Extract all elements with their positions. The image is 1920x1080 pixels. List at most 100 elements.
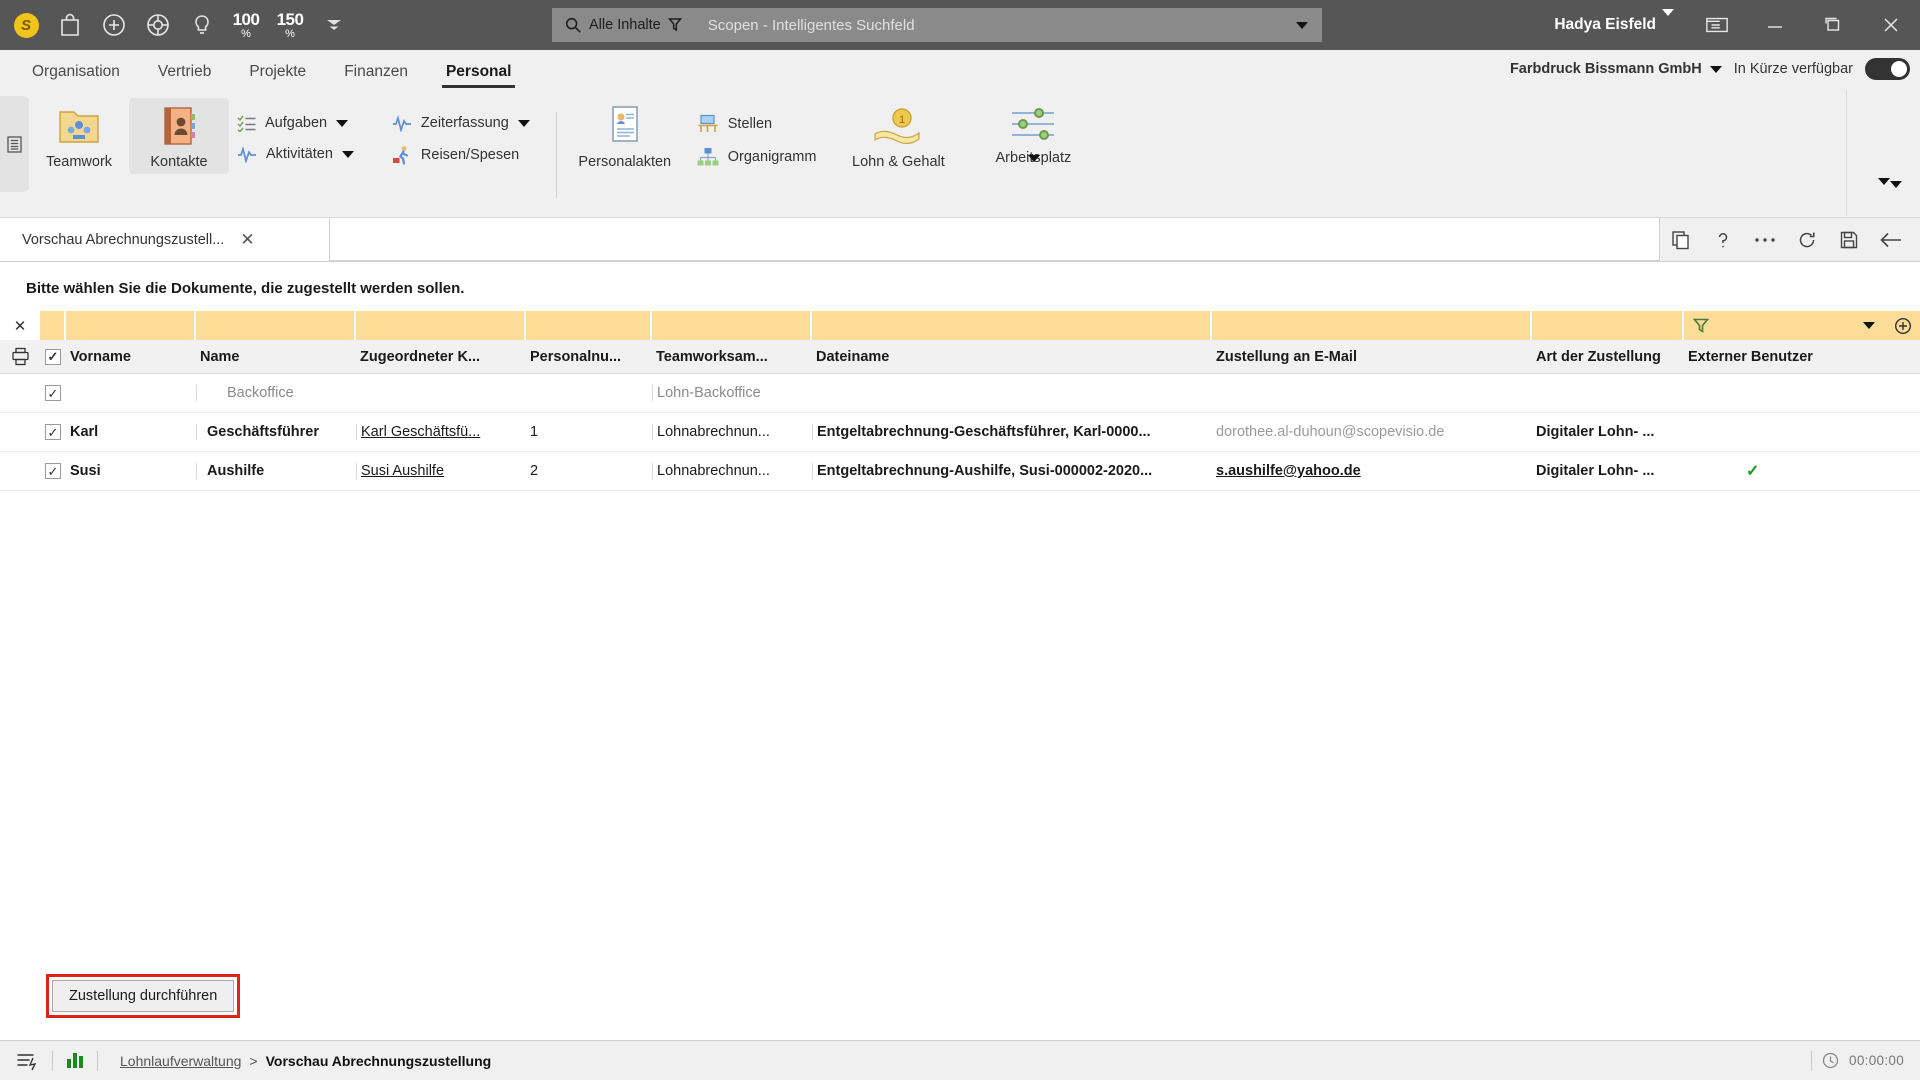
document-tab-vorschau-abrechnungszustellung[interactable]: Vorschau Abrechnungszustell... ✕ bbox=[0, 218, 330, 261]
ribbon-button-reisen-spesen[interactable]: Reisen/Spesen bbox=[384, 143, 538, 167]
notification-icon[interactable] bbox=[1688, 0, 1746, 50]
availability-toggle[interactable] bbox=[1865, 58, 1910, 80]
filter-dropdown-chevron-down-icon[interactable] bbox=[1852, 322, 1886, 329]
lifebuoy-icon[interactable] bbox=[136, 3, 180, 47]
user-account-label[interactable]: Hadya Eisfeld bbox=[1554, 16, 1662, 34]
ribbon-tab-vertrieb[interactable]: Vertrieb bbox=[140, 57, 229, 90]
aufgaben-chevron-down-icon[interactable] bbox=[336, 119, 349, 127]
column-header-vorname[interactable]: Vorname bbox=[66, 349, 196, 365]
zoom-100-button[interactable]: 100 % bbox=[224, 3, 268, 47]
select-all-checkbox[interactable]: ✓ bbox=[40, 348, 66, 365]
zoom-150-button[interactable]: 150 % bbox=[268, 3, 312, 47]
ribbon-group-1: Teamwork Kontakte Aufgaben Aktivitäten Z… bbox=[29, 90, 1098, 208]
row-checkbox[interactable]: ✓ bbox=[40, 463, 66, 479]
maximize-icon[interactable] bbox=[1804, 0, 1862, 50]
payroll-hand-coin-icon: 1 bbox=[874, 108, 921, 144]
filter-cell-personalnr[interactable] bbox=[526, 311, 652, 340]
ribbon-button-arbeitsplatz[interactable]: Arbeitsplatz bbox=[968, 98, 1098, 166]
workflow-icon[interactable] bbox=[16, 1051, 38, 1071]
ribbon-tab-finanzen[interactable]: Finanzen bbox=[326, 57, 426, 90]
table-row[interactable]: ✓ Susi Aushilfe Susi Aushilfe 2 Lohnabre… bbox=[0, 452, 1920, 491]
ribbon-button-zeiterfassung[interactable]: Zeiterfassung bbox=[384, 112, 538, 134]
scopevisio-logo-icon[interactable]: S bbox=[4, 3, 48, 47]
ribbon-side-panel-toggle[interactable] bbox=[0, 96, 29, 192]
column-header-externer-benutzer[interactable]: Externer Benutzer bbox=[1684, 349, 1814, 365]
funnel-icon[interactable] bbox=[1684, 317, 1718, 334]
ribbon-button-aufgaben[interactable]: Aufgaben bbox=[229, 112, 362, 134]
save-icon[interactable] bbox=[1828, 219, 1870, 261]
breadcrumb-link-lohnlaufverwaltung[interactable]: Lohnlaufverwaltung bbox=[120, 1053, 241, 1069]
copy-icon[interactable] bbox=[1660, 219, 1702, 261]
global-search-bar[interactable]: Alle Inhalte bbox=[552, 8, 1322, 42]
help-icon[interactable] bbox=[1702, 219, 1744, 261]
ribbon-button-personalakten[interactable]: Personalakten bbox=[575, 98, 675, 170]
filter-cell-dateiname[interactable] bbox=[812, 311, 1212, 340]
job-desk-icon bbox=[698, 114, 718, 132]
arbeitsplatz-chevron-down-icon[interactable] bbox=[1028, 155, 1041, 162]
filter-row-tools bbox=[1684, 311, 1920, 340]
ribbon-button-stellen[interactable]: Stellen bbox=[689, 112, 825, 136]
more-options-icon[interactable] bbox=[1744, 219, 1786, 261]
aktivitaeten-chevron-down-icon[interactable] bbox=[341, 150, 354, 158]
zeiterfassung-chevron-down-icon[interactable] bbox=[517, 119, 530, 127]
row-checkbox[interactable]: ✓ bbox=[40, 424, 66, 440]
column-header-teamworksammlung[interactable]: Teamworksam... bbox=[652, 349, 812, 365]
zugeordneter-kontakt-link[interactable]: Karl Geschäftsfü... bbox=[361, 424, 480, 440]
zugeordneter-kontakt-link[interactable]: Susi Aushilfe bbox=[361, 463, 444, 479]
clear-filter-icon[interactable]: ✕ bbox=[0, 311, 40, 340]
column-header-dateiname[interactable]: Dateiname bbox=[812, 349, 1212, 365]
add-column-icon[interactable] bbox=[1886, 317, 1920, 335]
email-link[interactable]: s.aushilfe@yahoo.de bbox=[1216, 463, 1361, 479]
plus-circle-icon[interactable] bbox=[92, 3, 136, 47]
titlebar-overflow-chevron-down-icon[interactable] bbox=[312, 3, 356, 47]
company-chevron-down-icon[interactable] bbox=[1709, 65, 1722, 73]
filter-cell-art[interactable] bbox=[1532, 311, 1684, 340]
chart-bars-icon[interactable] bbox=[67, 1053, 83, 1068]
row-checkbox[interactable]: ✓ bbox=[40, 385, 66, 401]
ribbon-expand-chevron-down-icon[interactable] bbox=[1877, 178, 1890, 185]
shopping-bag-icon[interactable] bbox=[48, 3, 92, 47]
ribbon-tab-projekte[interactable]: Projekte bbox=[231, 57, 324, 90]
filter-cell-name[interactable] bbox=[196, 311, 356, 340]
column-header-name[interactable]: Name bbox=[196, 349, 356, 365]
table-row[interactable]: ✓ Backoffice Lohn-Backoffice bbox=[0, 374, 1920, 413]
zustellung-durchfuehren-button[interactable]: Zustellung durchführen bbox=[52, 980, 235, 1012]
teamwork-folder-icon bbox=[59, 111, 99, 143]
ribbon-button-aktivitaeten[interactable]: Aktivitäten bbox=[229, 143, 362, 165]
refresh-icon[interactable] bbox=[1786, 219, 1828, 261]
company-selector[interactable]: Farbdruck Bissmann GmbH bbox=[1510, 61, 1722, 77]
column-header-zustellung-an-email[interactable]: Zustellung an E-Mail bbox=[1212, 349, 1532, 365]
ribbon-button-teamwork[interactable]: Teamwork bbox=[29, 98, 129, 170]
filter-cell-email[interactable] bbox=[1212, 311, 1532, 340]
search-input[interactable] bbox=[691, 16, 1282, 34]
ribbon-tab-personal[interactable]: Personal bbox=[428, 57, 529, 90]
search-scope-label: Alle Inhalte bbox=[589, 17, 661, 33]
ribbon-button-stellen-label: Stellen bbox=[727, 116, 773, 132]
funnel-icon[interactable] bbox=[667, 17, 682, 33]
document-tab-close-icon[interactable]: ✕ bbox=[240, 231, 254, 248]
ribbon-tab-organisation[interactable]: Organisation bbox=[14, 57, 138, 90]
search-icon bbox=[565, 17, 581, 33]
filter-cell-teamwork[interactable] bbox=[652, 311, 812, 340]
filter-cell-checkbox[interactable] bbox=[40, 311, 66, 340]
search-scope-selector[interactable]: Alle Inhalte bbox=[552, 16, 692, 34]
column-header-personalnummer[interactable]: Personalnu... bbox=[526, 349, 652, 365]
column-header-zugeordneter-kontakt[interactable]: Zugeordneter K... bbox=[356, 349, 526, 365]
search-dropdown-chevron-down-icon[interactable] bbox=[1282, 21, 1322, 29]
table-row[interactable]: ✓ Karl Geschäftsführer Karl Geschäftsfü.… bbox=[0, 413, 1920, 452]
ribbon-button-organigramm[interactable]: Organigramm bbox=[689, 145, 825, 169]
close-icon[interactable] bbox=[1862, 0, 1920, 50]
ribbon-button-lohn-gehalt[interactable]: 1 Lohn & Gehalt bbox=[838, 98, 958, 170]
column-header-art-der-zustellung[interactable]: Art der Zustellung bbox=[1532, 349, 1684, 365]
lightbulb-icon[interactable] bbox=[180, 3, 224, 47]
filter-cell-zugeordneter[interactable] bbox=[356, 311, 526, 340]
availability-label: In Kürze verfügbar bbox=[1733, 61, 1853, 77]
user-menu-chevron-down-icon[interactable] bbox=[1662, 9, 1688, 34]
back-arrow-icon[interactable] bbox=[1870, 219, 1912, 261]
ribbon-button-kontakte[interactable]: Kontakte bbox=[129, 98, 229, 174]
print-icon[interactable] bbox=[0, 347, 40, 366]
filter-cell-vorname[interactable] bbox=[66, 311, 196, 340]
address-book-icon bbox=[164, 107, 195, 145]
minimize-icon[interactable] bbox=[1746, 0, 1804, 50]
ribbon-overflow-chevron-down-icon[interactable] bbox=[1890, 181, 1902, 206]
